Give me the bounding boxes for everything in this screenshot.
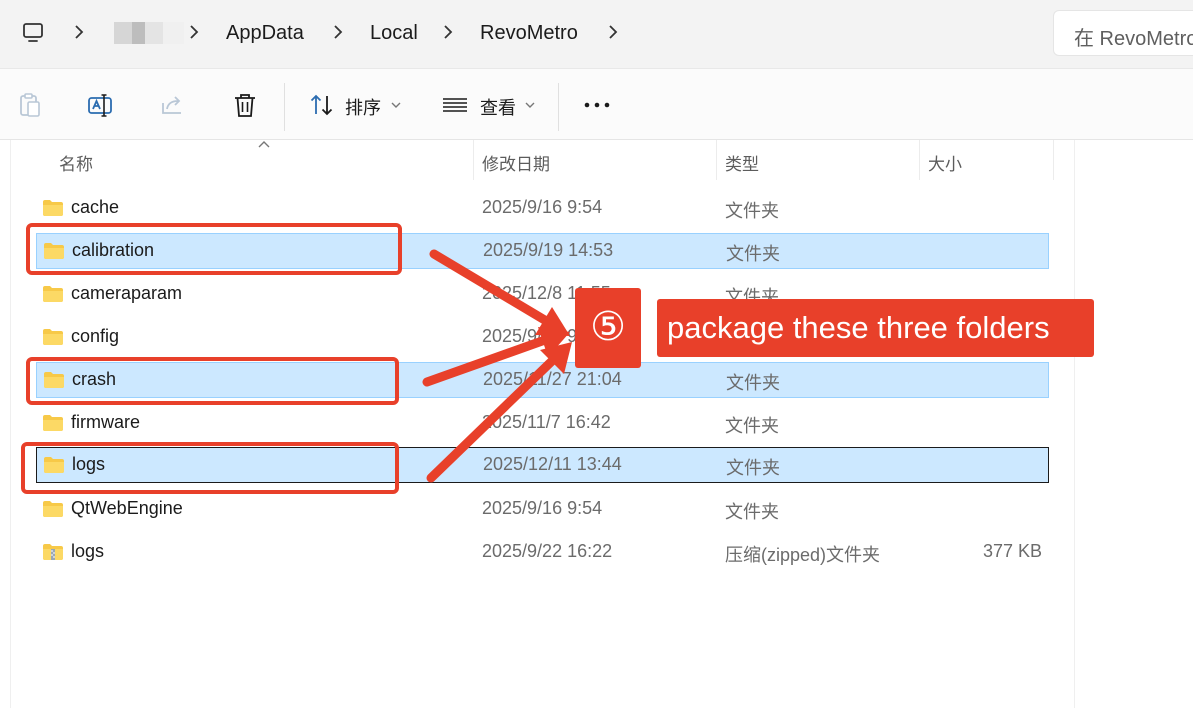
arrow-from-logs [426,342,572,483]
step-number: ⑤ [590,305,626,349]
arrow-from-calibration [429,249,570,336]
instruction-callout: package these three folders [657,299,1094,357]
instruction-text: package these three folders [667,310,1050,345]
step-number-badge: ⑤ [575,288,641,368]
